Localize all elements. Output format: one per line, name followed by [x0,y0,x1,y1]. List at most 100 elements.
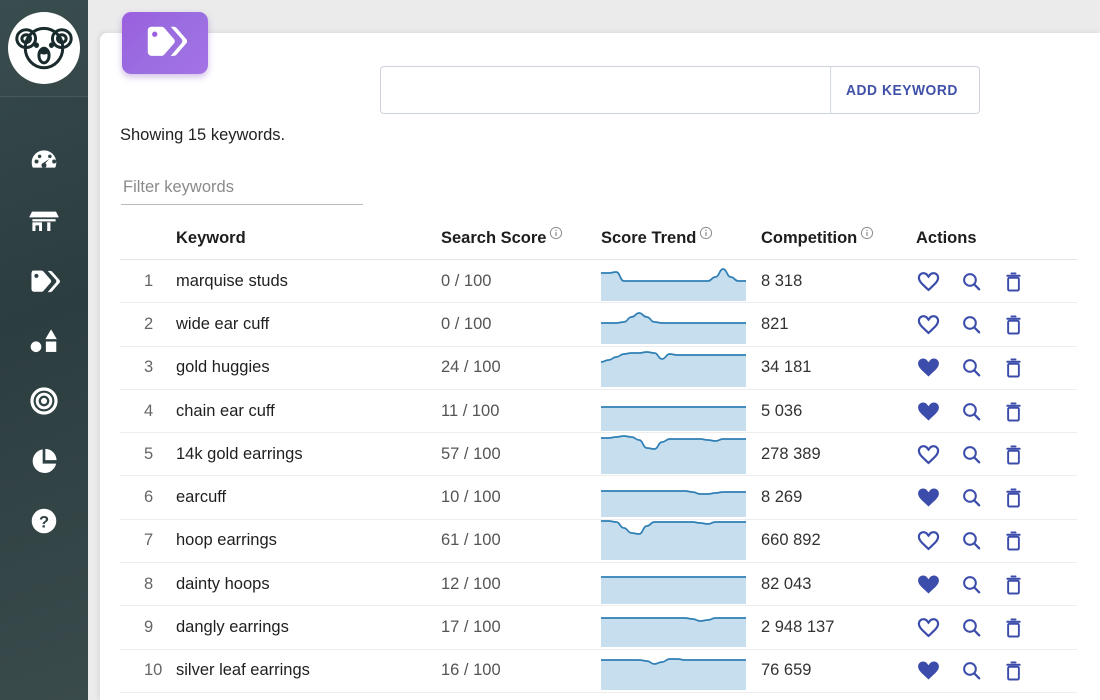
row-actions [916,485,1076,510]
row-actions [916,355,1076,380]
row-actions [916,442,1076,467]
row-search-score: 17 / 100 [441,618,501,637]
sidebar-item-stats[interactable] [0,431,88,491]
column-header-act[interactable]: Actions [916,229,1076,248]
trash-icon[interactable] [1002,356,1025,379]
add-keyword-input[interactable] [381,67,824,113]
row-actions [916,572,1076,597]
heart-icon[interactable] [916,528,941,553]
shop-storefront-icon [28,205,60,237]
table-row[interactable]: 10 silver leaf earrings 16 / 100 76 659 [120,650,1077,693]
heart-icon[interactable] [916,269,941,294]
column-header-score[interactable]: Search Score [441,226,601,248]
trash-icon[interactable] [1002,529,1025,552]
magnifier-icon[interactable] [960,659,983,682]
trash-icon[interactable] [1002,443,1025,466]
row-actions [916,528,1076,553]
column-header-label: Search Score [441,229,547,247]
score-trend-sparkline [601,649,746,692]
keywords-table: Keyword Search Score Score Trend Competitio… [120,218,1077,693]
row-search-score: 61 / 100 [441,531,501,550]
heart-icon[interactable] [916,615,941,640]
info-icon[interactable] [860,226,874,240]
row-keyword[interactable]: earcuff [176,488,441,507]
table-row[interactable]: 1 marquise studs 0 / 100 8 318 [120,260,1077,304]
row-competition: 82 043 [761,574,812,593]
column-header-label: Score Trend [601,229,697,247]
row-keyword[interactable]: hoop earrings [176,531,441,550]
magnifier-icon[interactable] [960,400,983,423]
table-row[interactable]: 2 wide ear cuff 0 / 100 821 [120,303,1077,347]
table-row[interactable]: 9 dangly earrings 17 / 100 2 948 137 [120,606,1077,650]
row-search-score: 11 / 100 [441,401,500,420]
table-row[interactable]: 4 chain ear cuff 11 / 100 5 036 [120,390,1077,434]
sidebar-item-keywords[interactable] [0,251,88,311]
table-row[interactable]: 3 gold huggies 24 / 100 34 181 [120,347,1077,390]
info-icon[interactable] [549,226,563,240]
row-actions [916,399,1076,424]
row-keyword[interactable]: silver leaf earrings [176,661,441,680]
trash-icon[interactable] [1002,486,1025,509]
heart-icon[interactable] [916,399,941,424]
heart-icon[interactable] [916,485,941,510]
heart-icon[interactable] [916,658,941,683]
row-keyword[interactable]: dainty hoops [176,575,441,594]
table-row[interactable]: 6 earcuff 10 / 100 8 269 [120,476,1077,520]
row-keyword[interactable]: marquise studs [176,272,441,291]
sidebar-item-help[interactable]: ? [0,491,88,551]
table-row[interactable]: 5 14k gold earrings 57 / 100 278 389 [120,433,1077,477]
heart-icon[interactable] [916,442,941,467]
column-header-trend[interactable]: Score Trend [601,226,761,248]
heart-icon[interactable] [916,572,941,597]
sidebar-item-target[interactable] [0,371,88,431]
score-trend-sparkline [601,260,746,303]
row-competition: 8 318 [761,271,803,290]
score-trend-sparkline [601,476,746,519]
trash-icon[interactable] [1002,313,1025,336]
sidebar: ? [0,0,88,700]
magnifier-icon[interactable] [960,486,983,509]
row-competition: 660 892 [761,531,821,550]
magnifier-icon[interactable] [960,529,983,552]
heart-icon[interactable] [916,355,941,380]
magnifier-icon[interactable] [960,573,983,596]
heart-icon[interactable] [916,312,941,337]
row-search-score: 0 / 100 [441,314,492,333]
sidebar-item-shop[interactable] [0,191,88,251]
magnifier-icon[interactable] [960,313,983,336]
row-keyword[interactable]: wide ear cuff [176,315,441,334]
trash-icon[interactable] [1002,270,1025,293]
score-trend-sparkline [601,433,746,476]
svg-text:?: ? [39,513,49,532]
row-keyword[interactable]: 14k gold earrings [176,445,441,464]
table-row[interactable]: 8 dainty hoops 12 / 100 82 043 [120,563,1077,607]
magnifier-icon[interactable] [960,356,983,379]
row-keyword[interactable]: dangly earrings [176,618,441,637]
sidebar-item-dashboard[interactable] [0,131,88,191]
add-keyword-bar: ADD KEYWORD [380,66,980,114]
row-index: 3 [144,358,154,377]
column-header-comp[interactable]: Competition [761,226,916,248]
row-keyword[interactable]: gold huggies [176,358,441,377]
app-root: ? ADD KEYWORD Showing 15 keywords. Keywo… [0,0,1100,700]
target-icon [28,385,60,417]
table-row[interactable]: 7 hoop earrings 61 / 100 660 892 [120,520,1077,564]
row-competition: 2 948 137 [761,618,835,637]
trash-icon[interactable] [1002,659,1025,682]
magnifier-icon[interactable] [960,270,983,293]
trash-icon[interactable] [1002,573,1025,596]
trash-icon[interactable] [1002,616,1025,639]
sidebar-item-listings[interactable] [0,311,88,371]
magnifier-icon[interactable] [960,443,983,466]
magnifier-icon[interactable] [960,616,983,639]
trash-icon[interactable] [1002,400,1025,423]
filter-keywords-input[interactable] [121,178,363,205]
add-keyword-button[interactable]: ADD KEYWORD [830,67,973,113]
column-header-kw[interactable]: Keyword [176,229,441,248]
brand-logo[interactable] [0,0,88,97]
filter-keywords-wrap [121,178,363,205]
row-keyword[interactable]: chain ear cuff [176,402,441,421]
column-header-label: Competition [761,229,858,247]
info-icon[interactable] [699,226,713,240]
row-search-score: 57 / 100 [441,444,501,463]
